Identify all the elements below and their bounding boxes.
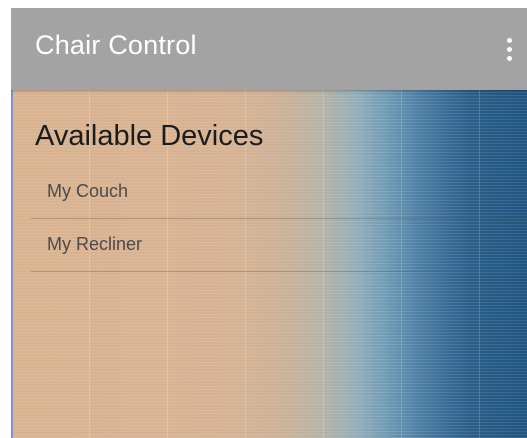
- app-window: Chair Control Available Devices My Couch…: [11, 8, 527, 438]
- device-item-my-couch[interactable]: My Couch: [31, 166, 527, 219]
- main-content: Available Devices My Couch My Recliner: [11, 90, 527, 438]
- app-toolbar: Chair Control: [11, 8, 527, 90]
- menu-dot-icon: [507, 56, 512, 61]
- device-label: My Couch: [47, 181, 129, 201]
- available-devices-heading: Available Devices: [35, 120, 264, 152]
- device-list: My Couch My Recliner: [31, 166, 527, 272]
- app-title: Chair Control: [35, 30, 197, 60]
- menu-dot-icon: [507, 47, 512, 52]
- device-item-my-recliner[interactable]: My Recliner: [31, 219, 527, 272]
- more-vert-icon[interactable]: [501, 34, 517, 64]
- menu-dot-icon: [507, 38, 512, 43]
- device-label: My Recliner: [47, 234, 143, 254]
- screen-frame: Chair Control Available Devices My Couch…: [0, 0, 527, 438]
